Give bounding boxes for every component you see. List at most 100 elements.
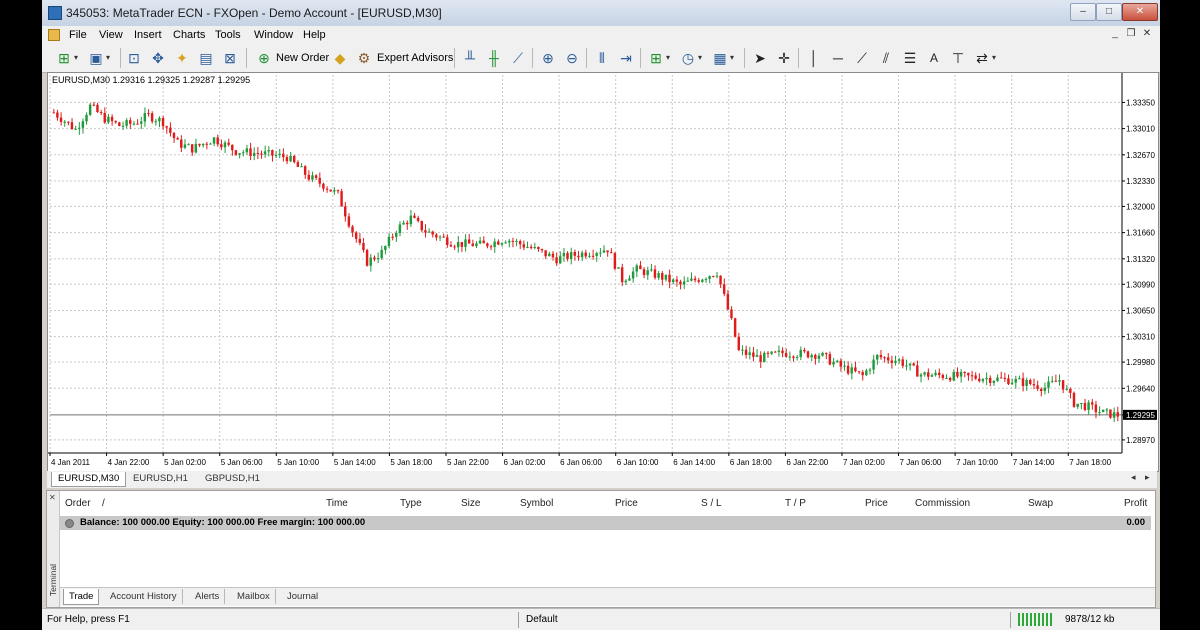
mdi-close-button[interactable]: ✕ bbox=[1140, 28, 1154, 41]
candle-bear bbox=[56, 112, 59, 118]
new-chart-icon[interactable]: ⊞ bbox=[54, 48, 74, 68]
tab-scroll-right-icon[interactable]: ▸ bbox=[1145, 472, 1150, 483]
candle-bear bbox=[1007, 378, 1010, 385]
text-label-icon[interactable]: ⊤ bbox=[948, 48, 968, 68]
text-tool-icon[interactable]: A bbox=[924, 48, 944, 68]
mdi-minimize-button[interactable]: _ bbox=[1108, 28, 1122, 41]
data-window-icon[interactable]: ✦ bbox=[172, 48, 192, 68]
terminal-close-icon[interactable]: ✕ bbox=[49, 493, 56, 502]
candlestick-chart[interactable]: 1.33350 1.33010 1.32670 1.32330 1.32000 1.316… bbox=[48, 73, 1158, 471]
new-chart-dropdown-icon[interactable]: ▾ bbox=[74, 48, 78, 68]
tile-windows-icon[interactable]: ⫴ bbox=[592, 48, 612, 68]
equidistant-channel-icon[interactable]: ⫽ bbox=[876, 48, 896, 68]
col-sl[interactable]: S / L bbox=[701, 498, 722, 509]
candle-bull bbox=[1112, 412, 1116, 418]
toolbar-separator bbox=[798, 48, 799, 68]
status-profile[interactable]: Default bbox=[526, 614, 558, 625]
candle-bear bbox=[1094, 404, 1098, 413]
indicators-icon[interactable]: ⊞ bbox=[646, 48, 666, 68]
candle-bear bbox=[413, 215, 416, 218]
market-watch-icon[interactable]: ⊡ bbox=[124, 48, 144, 68]
candle-bull bbox=[85, 114, 88, 122]
candle-bull bbox=[810, 355, 813, 358]
col-time[interactable]: Time bbox=[326, 498, 348, 509]
balance-row[interactable]: Balance: 100 000.00 Equity: 100 000.00 F… bbox=[60, 516, 1151, 530]
col-symbol[interactable]: Symbol bbox=[520, 498, 553, 509]
col-profit[interactable]: Profit bbox=[1124, 498, 1147, 509]
candle-bull bbox=[187, 144, 190, 146]
templates-dropdown-icon[interactable]: ▾ bbox=[730, 48, 734, 68]
price-tick-label: 1.32000 bbox=[1126, 202, 1155, 211]
crosshair-icon[interactable]: ✛ bbox=[774, 48, 794, 68]
title-bar[interactable]: 345053: MetaTrader ECN - FXOpen - Demo A… bbox=[42, 0, 1160, 27]
periods-dropdown-icon[interactable]: ▾ bbox=[698, 48, 702, 68]
candlesticks-icon[interactable]: ╫ bbox=[484, 48, 504, 68]
chart-shift-icon[interactable]: ⇥ bbox=[616, 48, 636, 68]
chart-tab-gbpusd-h1[interactable]: GBPUSD,H1 bbox=[199, 472, 266, 486]
menu-tools[interactable]: Tools bbox=[215, 29, 241, 41]
col-size[interactable]: Size bbox=[461, 498, 480, 509]
candle-bull bbox=[763, 352, 766, 362]
col-type[interactable]: Type bbox=[400, 498, 422, 509]
candle-bull bbox=[872, 359, 875, 370]
terminal-toggle-icon[interactable]: ▤ bbox=[196, 48, 216, 68]
expert-advisors-button[interactable]: Expert Advisors bbox=[377, 48, 453, 68]
tab-scroll-left-icon[interactable]: ◂ bbox=[1131, 472, 1136, 483]
maximize-button[interactable]: □ bbox=[1096, 3, 1122, 21]
vertical-line-icon[interactable]: │ bbox=[804, 48, 824, 68]
candle-bull bbox=[894, 360, 897, 363]
chart-area[interactable]: 1.33350 1.33010 1.32670 1.32330 1.32000 1.316… bbox=[47, 72, 1159, 472]
fibonacci-icon[interactable]: ☰ bbox=[900, 48, 920, 68]
col-current-price[interactable]: Price bbox=[865, 498, 888, 509]
templates-icon[interactable]: ▦ bbox=[710, 48, 730, 68]
menu-bar: File View Insert Charts Tools Window Hel… bbox=[42, 26, 1160, 44]
metaeditor-icon[interactable]: ◆ bbox=[330, 48, 350, 68]
col-order[interactable]: Order bbox=[65, 498, 91, 509]
tab-trade[interactable]: Trade bbox=[63, 589, 100, 605]
candle-bull bbox=[107, 116, 110, 123]
minimize-button[interactable]: – bbox=[1070, 3, 1096, 21]
col-price[interactable]: Price bbox=[615, 498, 638, 509]
menu-view[interactable]: View bbox=[99, 29, 123, 41]
bar-chart-icon[interactable]: ╨ bbox=[460, 48, 480, 68]
menu-window[interactable]: Window bbox=[254, 29, 293, 41]
tab-alerts[interactable]: Alerts bbox=[190, 589, 226, 604]
candle-bear bbox=[282, 153, 285, 158]
strategy-tester-icon[interactable]: ⊠ bbox=[220, 48, 240, 68]
chart-tab-eurusd-h1[interactable]: EURUSD,H1 bbox=[127, 472, 194, 486]
chart-window-icon[interactable] bbox=[48, 29, 60, 41]
expert-advisors-icon[interactable]: ⚙ bbox=[354, 48, 374, 68]
menu-insert[interactable]: Insert bbox=[134, 29, 162, 41]
menu-charts[interactable]: Charts bbox=[173, 29, 205, 41]
periods-icon[interactable]: ◷ bbox=[678, 48, 698, 68]
chart-tab-eurusd-m30[interactable]: EURUSD,M30 bbox=[51, 472, 127, 487]
menu-help[interactable]: Help bbox=[303, 29, 326, 41]
candle-bear bbox=[482, 240, 485, 244]
candle-bull bbox=[817, 355, 821, 359]
navigator-icon[interactable]: ✥ bbox=[148, 48, 168, 68]
mdi-restore-button[interactable]: ❐ bbox=[1124, 28, 1138, 41]
tab-mailbox[interactable]: Mailbox bbox=[232, 589, 276, 604]
zoom-in-icon[interactable]: ⊕ bbox=[538, 48, 558, 68]
candle-bear bbox=[956, 371, 959, 377]
horizontal-line-icon[interactable]: ─ bbox=[828, 48, 848, 68]
indicators-dropdown-icon[interactable]: ▾ bbox=[666, 48, 670, 68]
line-chart-icon[interactable]: ⟋ bbox=[508, 48, 528, 68]
zoom-out-icon[interactable]: ⊖ bbox=[562, 48, 582, 68]
col-swap[interactable]: Swap bbox=[1028, 498, 1053, 509]
arrows-icon[interactable]: ⇄ bbox=[972, 48, 992, 68]
profiles-dropdown-icon[interactable]: ▾ bbox=[106, 48, 110, 68]
profiles-icon[interactable]: ▣ bbox=[86, 48, 106, 68]
cursor-icon[interactable]: ➤ bbox=[750, 48, 770, 68]
tab-journal[interactable]: Journal bbox=[282, 589, 323, 604]
arrows-dropdown-icon[interactable]: ▾ bbox=[992, 48, 996, 68]
close-button[interactable]: ✕ bbox=[1122, 3, 1158, 21]
new-order-icon[interactable]: ⊕ bbox=[254, 48, 274, 68]
candle-bull bbox=[139, 121, 143, 124]
tab-account-history[interactable]: Account History bbox=[105, 589, 183, 604]
menu-file[interactable]: File bbox=[69, 29, 87, 41]
new-order-button[interactable]: New Order bbox=[276, 48, 329, 68]
col-tp[interactable]: T / P bbox=[785, 498, 806, 509]
col-commission[interactable]: Commission bbox=[915, 498, 970, 509]
trendline-icon[interactable]: ⟋ bbox=[852, 48, 872, 68]
